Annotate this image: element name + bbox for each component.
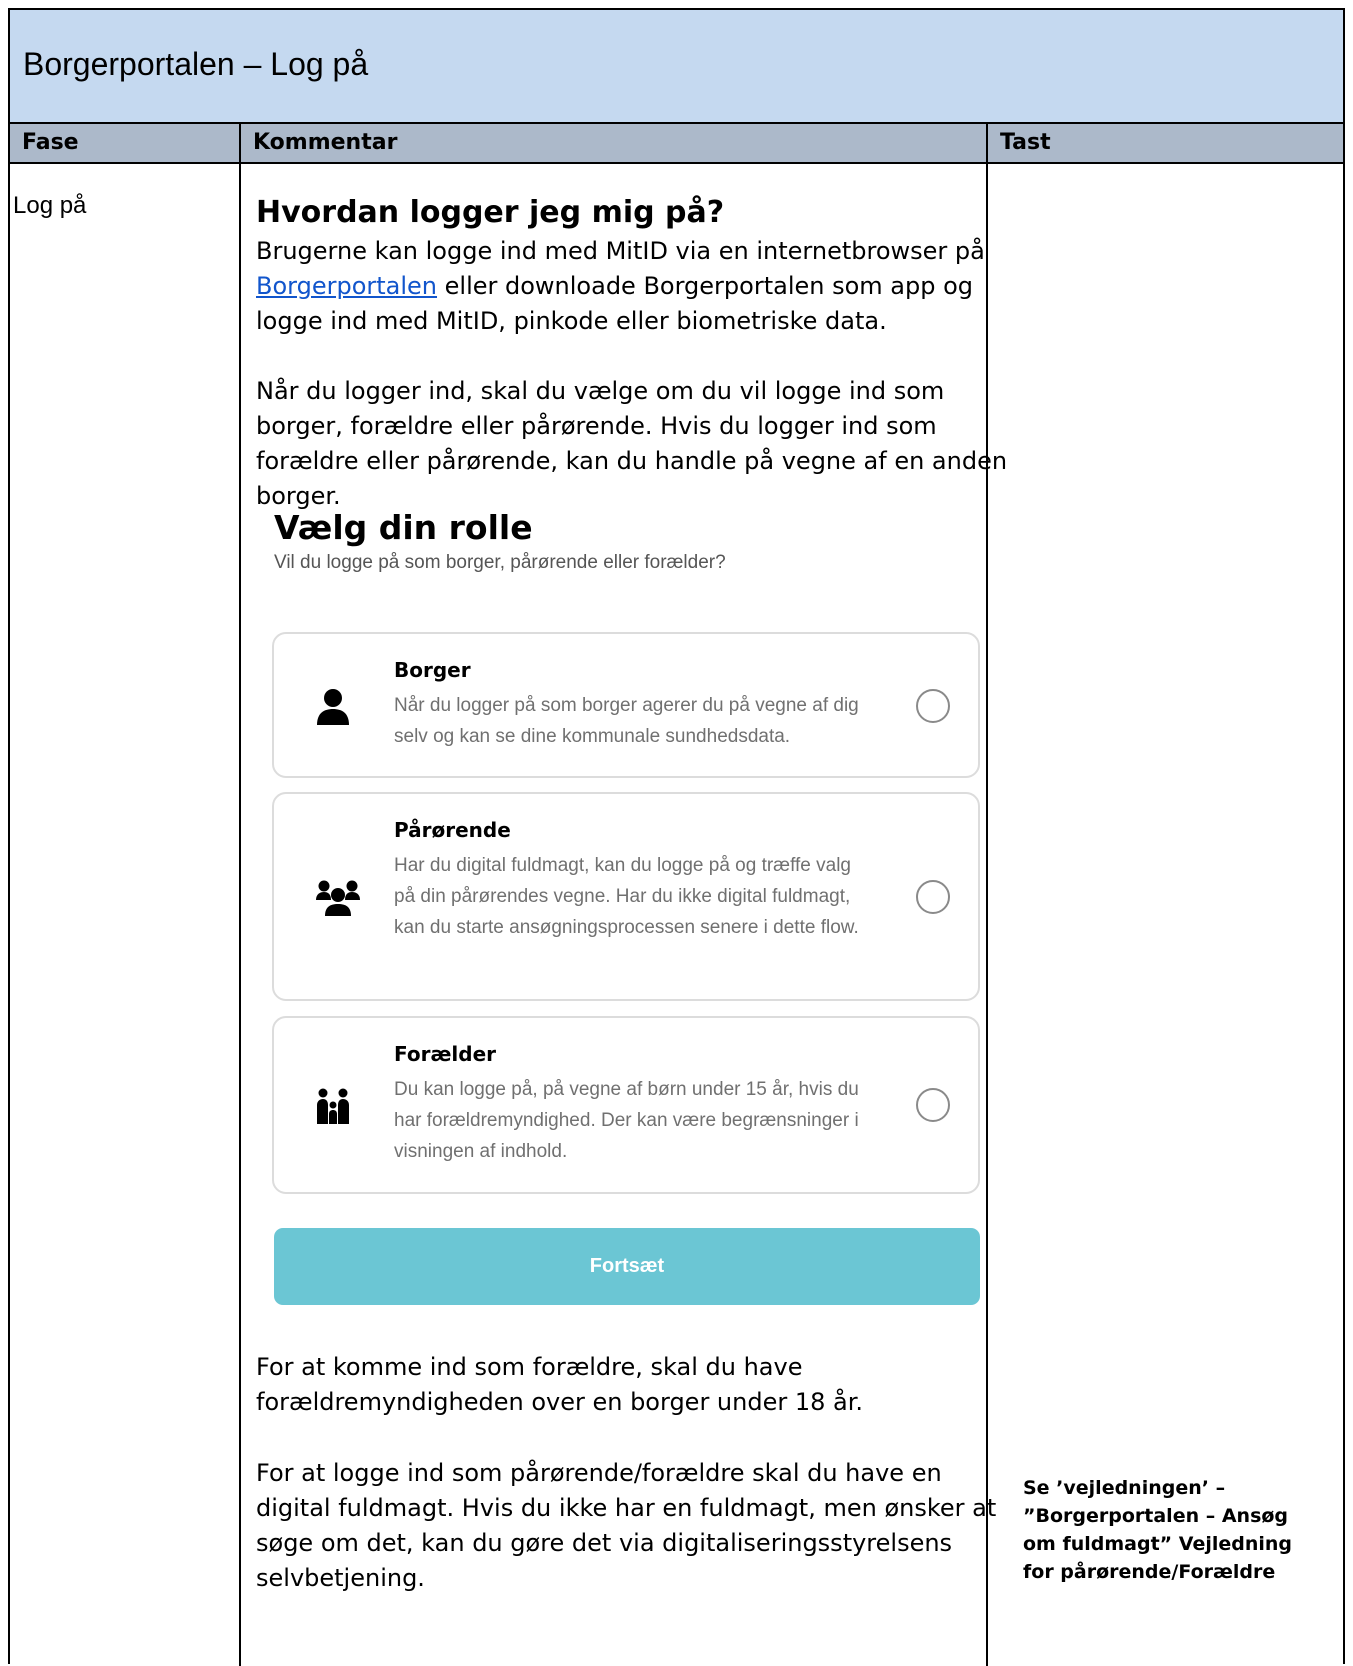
role-radio-foraelder[interactable] xyxy=(916,1088,950,1122)
role-name: Borger xyxy=(394,658,471,682)
tast-note: Se ’vejledningen’ – ”Borgerportalen – An… xyxy=(1023,1477,1293,1583)
header-tast: Tast xyxy=(1000,130,1051,155)
column-divider xyxy=(239,124,241,1666)
comment-cell: Hvordan logger jeg mig på? Brugerne kan … xyxy=(256,192,1026,514)
title-bar: Borgerportalen – Log på xyxy=(10,10,1343,124)
section-heading: Hvordan logger jeg mig på? xyxy=(256,195,725,230)
group-icon xyxy=(316,878,360,920)
role-card-foraelder[interactable]: Forælder Du kan logge på, på vegne af bø… xyxy=(272,1016,980,1194)
fuldmagt-paragraph: For at logge ind som pårørende/forældre … xyxy=(256,1459,997,1592)
header-fase: Fase xyxy=(22,130,79,155)
person-icon xyxy=(316,688,350,730)
header-kommentar: Kommentar xyxy=(253,130,398,155)
page-title: Borgerportalen – Log på xyxy=(23,46,369,82)
role-screen-title: Vælg din rolle xyxy=(274,508,533,547)
fase-cell: Log på xyxy=(13,192,87,219)
role-radio-parorende[interactable] xyxy=(916,880,950,914)
role-card-borger[interactable]: Borger Når du logger på som borger agere… xyxy=(272,632,980,778)
role-card-parorende[interactable]: Pårørende Har du digital fuldmagt, kan d… xyxy=(272,792,980,1001)
borgerportalen-link[interactable]: Borgerportalen xyxy=(256,272,437,300)
role-screen-subtitle: Vil du logge på som borger, pårørende el… xyxy=(274,552,726,573)
parent-paragraph: For at komme ind som forældre, skal du h… xyxy=(256,1353,864,1416)
role-name: Forælder xyxy=(394,1042,497,1066)
role-radio-borger[interactable] xyxy=(916,689,950,723)
fortsaet-button[interactable]: Fortsæt xyxy=(274,1228,980,1305)
intro-text: Brugerne kan logge ind med MitID via en … xyxy=(256,237,985,265)
role-description: Du kan logge på, på vegne af børn under … xyxy=(394,1079,859,1162)
role-paragraph: Når du logger ind, skal du vælge om du v… xyxy=(256,377,1008,510)
role-description: Har du digital fuldmagt, kan du logge på… xyxy=(394,855,859,938)
intro-paragraph: Brugerne kan logge ind med MitID via en … xyxy=(256,234,1026,339)
role-name: Pårørende xyxy=(394,818,511,842)
family-icon xyxy=(316,1088,350,1128)
table-header-row: Fase Kommentar Tast xyxy=(10,124,1343,164)
role-description: Når du logger på som borger agerer du på… xyxy=(394,695,859,747)
